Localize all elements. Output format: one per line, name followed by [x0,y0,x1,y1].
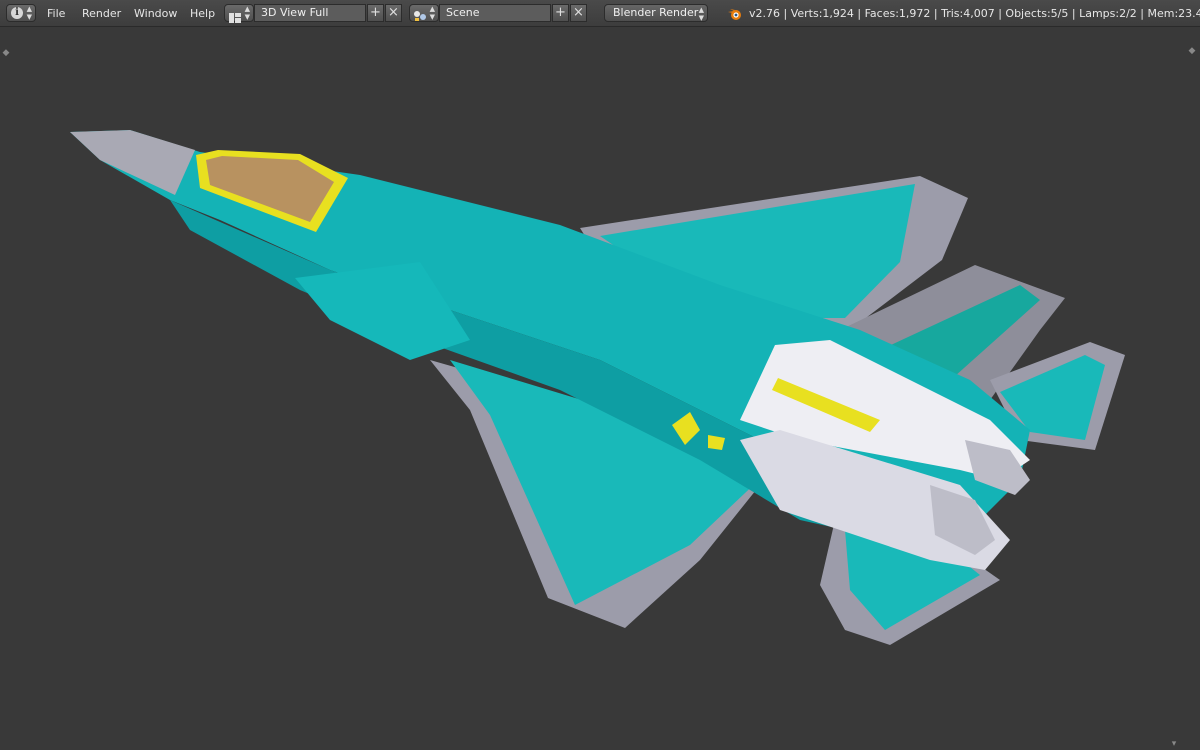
editor-type-button[interactable]: i ▲ ▼ [6,4,36,22]
add-layout-button[interactable]: + [367,4,384,22]
menu-help[interactable]: Help [190,0,215,27]
menu-file[interactable]: File [47,0,65,27]
menu-window[interactable]: Window [134,0,177,27]
chevron-updown-icon: ▲ ▼ [698,6,704,22]
screen-layout-selector[interactable]: ▲ ▼ [224,4,254,23]
jet-aircraft-model [70,130,1125,645]
delete-layout-button[interactable]: × [385,4,402,22]
info-icon: i [11,7,23,19]
chevron-updown-icon: ▲ ▼ [244,5,250,21]
screen-layout-field[interactable]: 3D View Full [254,4,366,22]
scene-selector[interactable]: ▲ ▼ [409,4,439,22]
scene-statistics: v2.76 | Verts:1,924 | Faces:1,972 | Tris… [749,7,1200,20]
plus-icon: + [370,5,381,20]
scene-field[interactable]: Scene [439,4,551,22]
x-icon: × [573,5,584,20]
delete-scene-button[interactable]: × [570,4,587,22]
x-icon: × [388,5,399,20]
3d-viewport[interactable]: ◆ ◆ ▾ [0,27,1200,750]
chevron-updown-icon: ▲ ▼ [429,5,435,21]
render-engine-label: Blender Render [613,6,699,19]
scene-icon [413,7,427,21]
screen-layout-icon [229,8,241,23]
blender-logo-icon [727,6,743,20]
menu-render[interactable]: Render [82,0,121,27]
render-engine-dropdown[interactable]: Blender Render ▲ ▼ [604,4,708,22]
chevron-updown-icon: ▲ ▼ [26,5,32,21]
nose-cone [70,130,195,195]
info-header: i ▲ ▼ File Render Window Help ▲ ▼ 3D View … [0,0,1200,27]
plus-icon: + [555,5,566,20]
add-scene-button[interactable]: + [552,4,569,22]
